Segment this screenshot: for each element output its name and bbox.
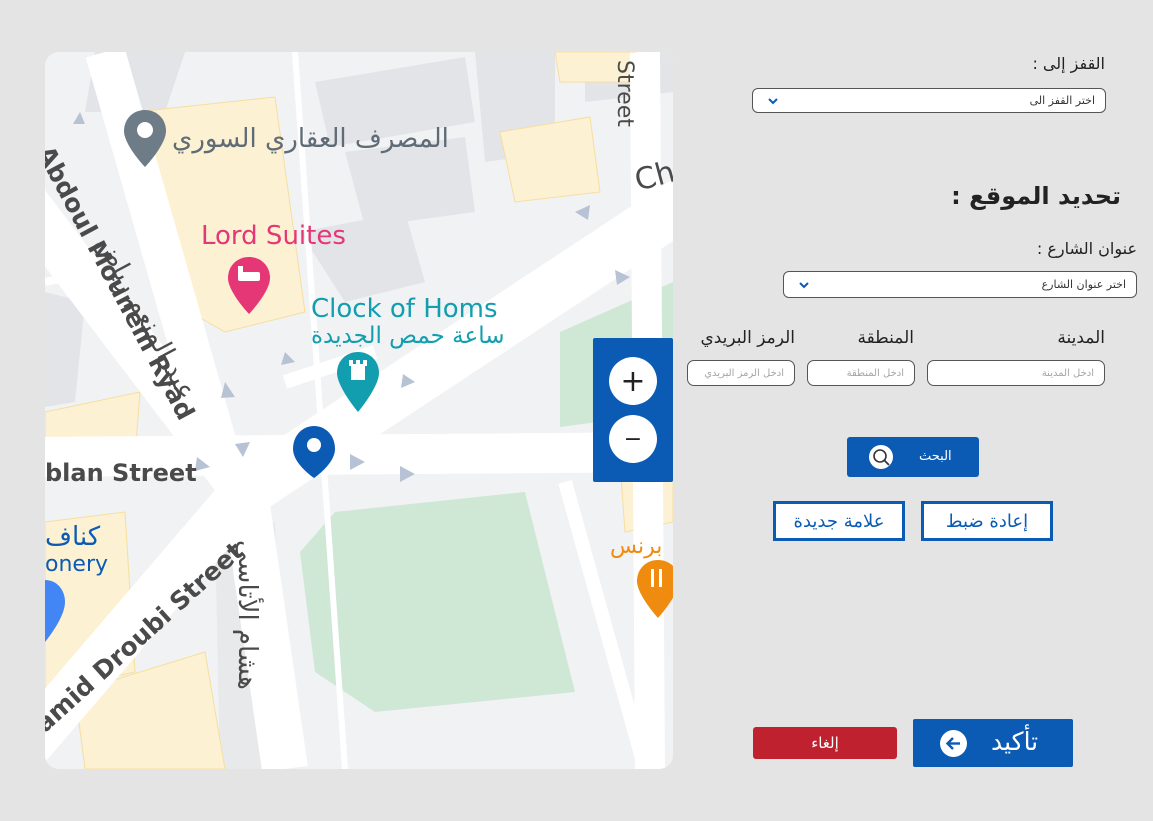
map-label-knafeh: كناف (45, 522, 101, 552)
reset-button-label: إعادة ضبط (945, 510, 1029, 532)
map-label-restaurant: برنس (610, 534, 663, 559)
postal-input[interactable] (687, 360, 795, 386)
map-label-hisham: هشام الأتاسي (232, 540, 262, 690)
map-label-onery: onery (45, 552, 109, 577)
search-button[interactable]: البحث (847, 437, 979, 477)
zoom-in-button[interactable]: + (609, 357, 657, 405)
jump-select-value: اختر القفز الى (1029, 94, 1095, 107)
zoom-controls: + − (593, 338, 673, 482)
map-label-clock-ar: ساعة حمص الجديدة (311, 323, 505, 349)
street-select-value: اختر عنوان الشارع (1041, 278, 1126, 291)
street-select[interactable]: اختر عنوان الشارع (783, 271, 1137, 298)
minus-icon: − (623, 426, 643, 452)
new-marker-button[interactable]: علامة جديدة (773, 501, 905, 541)
map-view[interactable]: المصرف العقاري السوري Street Ch Abdoul M… (45, 52, 673, 769)
jump-label: القفز إلى : (1032, 54, 1105, 73)
map-label-lord-suites: Lord Suites (201, 221, 346, 251)
confirm-button-label: تأكيد (991, 727, 1039, 756)
search-icon (869, 445, 893, 469)
cancel-button-label: إلغاء (811, 734, 839, 752)
map-label-ch: Ch (631, 154, 673, 199)
reset-button[interactable]: إعادة ضبط (921, 501, 1053, 541)
postal-label: الرمز البريدي (700, 328, 795, 348)
search-button-label: البحث (919, 449, 952, 464)
city-input[interactable] (927, 360, 1105, 386)
area-label: المنطقة (857, 328, 914, 348)
map-label-bank: المصرف العقاري السوري (172, 124, 449, 154)
new-marker-button-label: علامة جديدة (793, 510, 885, 532)
plus-icon: + (620, 363, 646, 399)
map-base-layer (45, 52, 673, 769)
map-label-blan-street: blan Street (45, 459, 197, 487)
chevron-down-icon (768, 98, 778, 105)
cancel-button[interactable]: إلغاء (753, 727, 897, 759)
jump-select[interactable]: اختر القفز الى (752, 88, 1106, 113)
map-label-clock-en: Clock of Homs (311, 294, 498, 324)
city-label: المدينة (1057, 328, 1105, 348)
area-input[interactable] (807, 360, 915, 386)
chevron-down-icon (799, 282, 809, 289)
street-label: عنوان الشارع : (1036, 239, 1137, 258)
confirm-button[interactable]: تأكيد (913, 719, 1073, 767)
zoom-out-button[interactable]: − (609, 415, 657, 463)
arrow-left-icon (940, 730, 967, 757)
section-title: تحديد الموقع : (951, 182, 1121, 210)
map-label-street-vertical: Street (612, 60, 637, 127)
